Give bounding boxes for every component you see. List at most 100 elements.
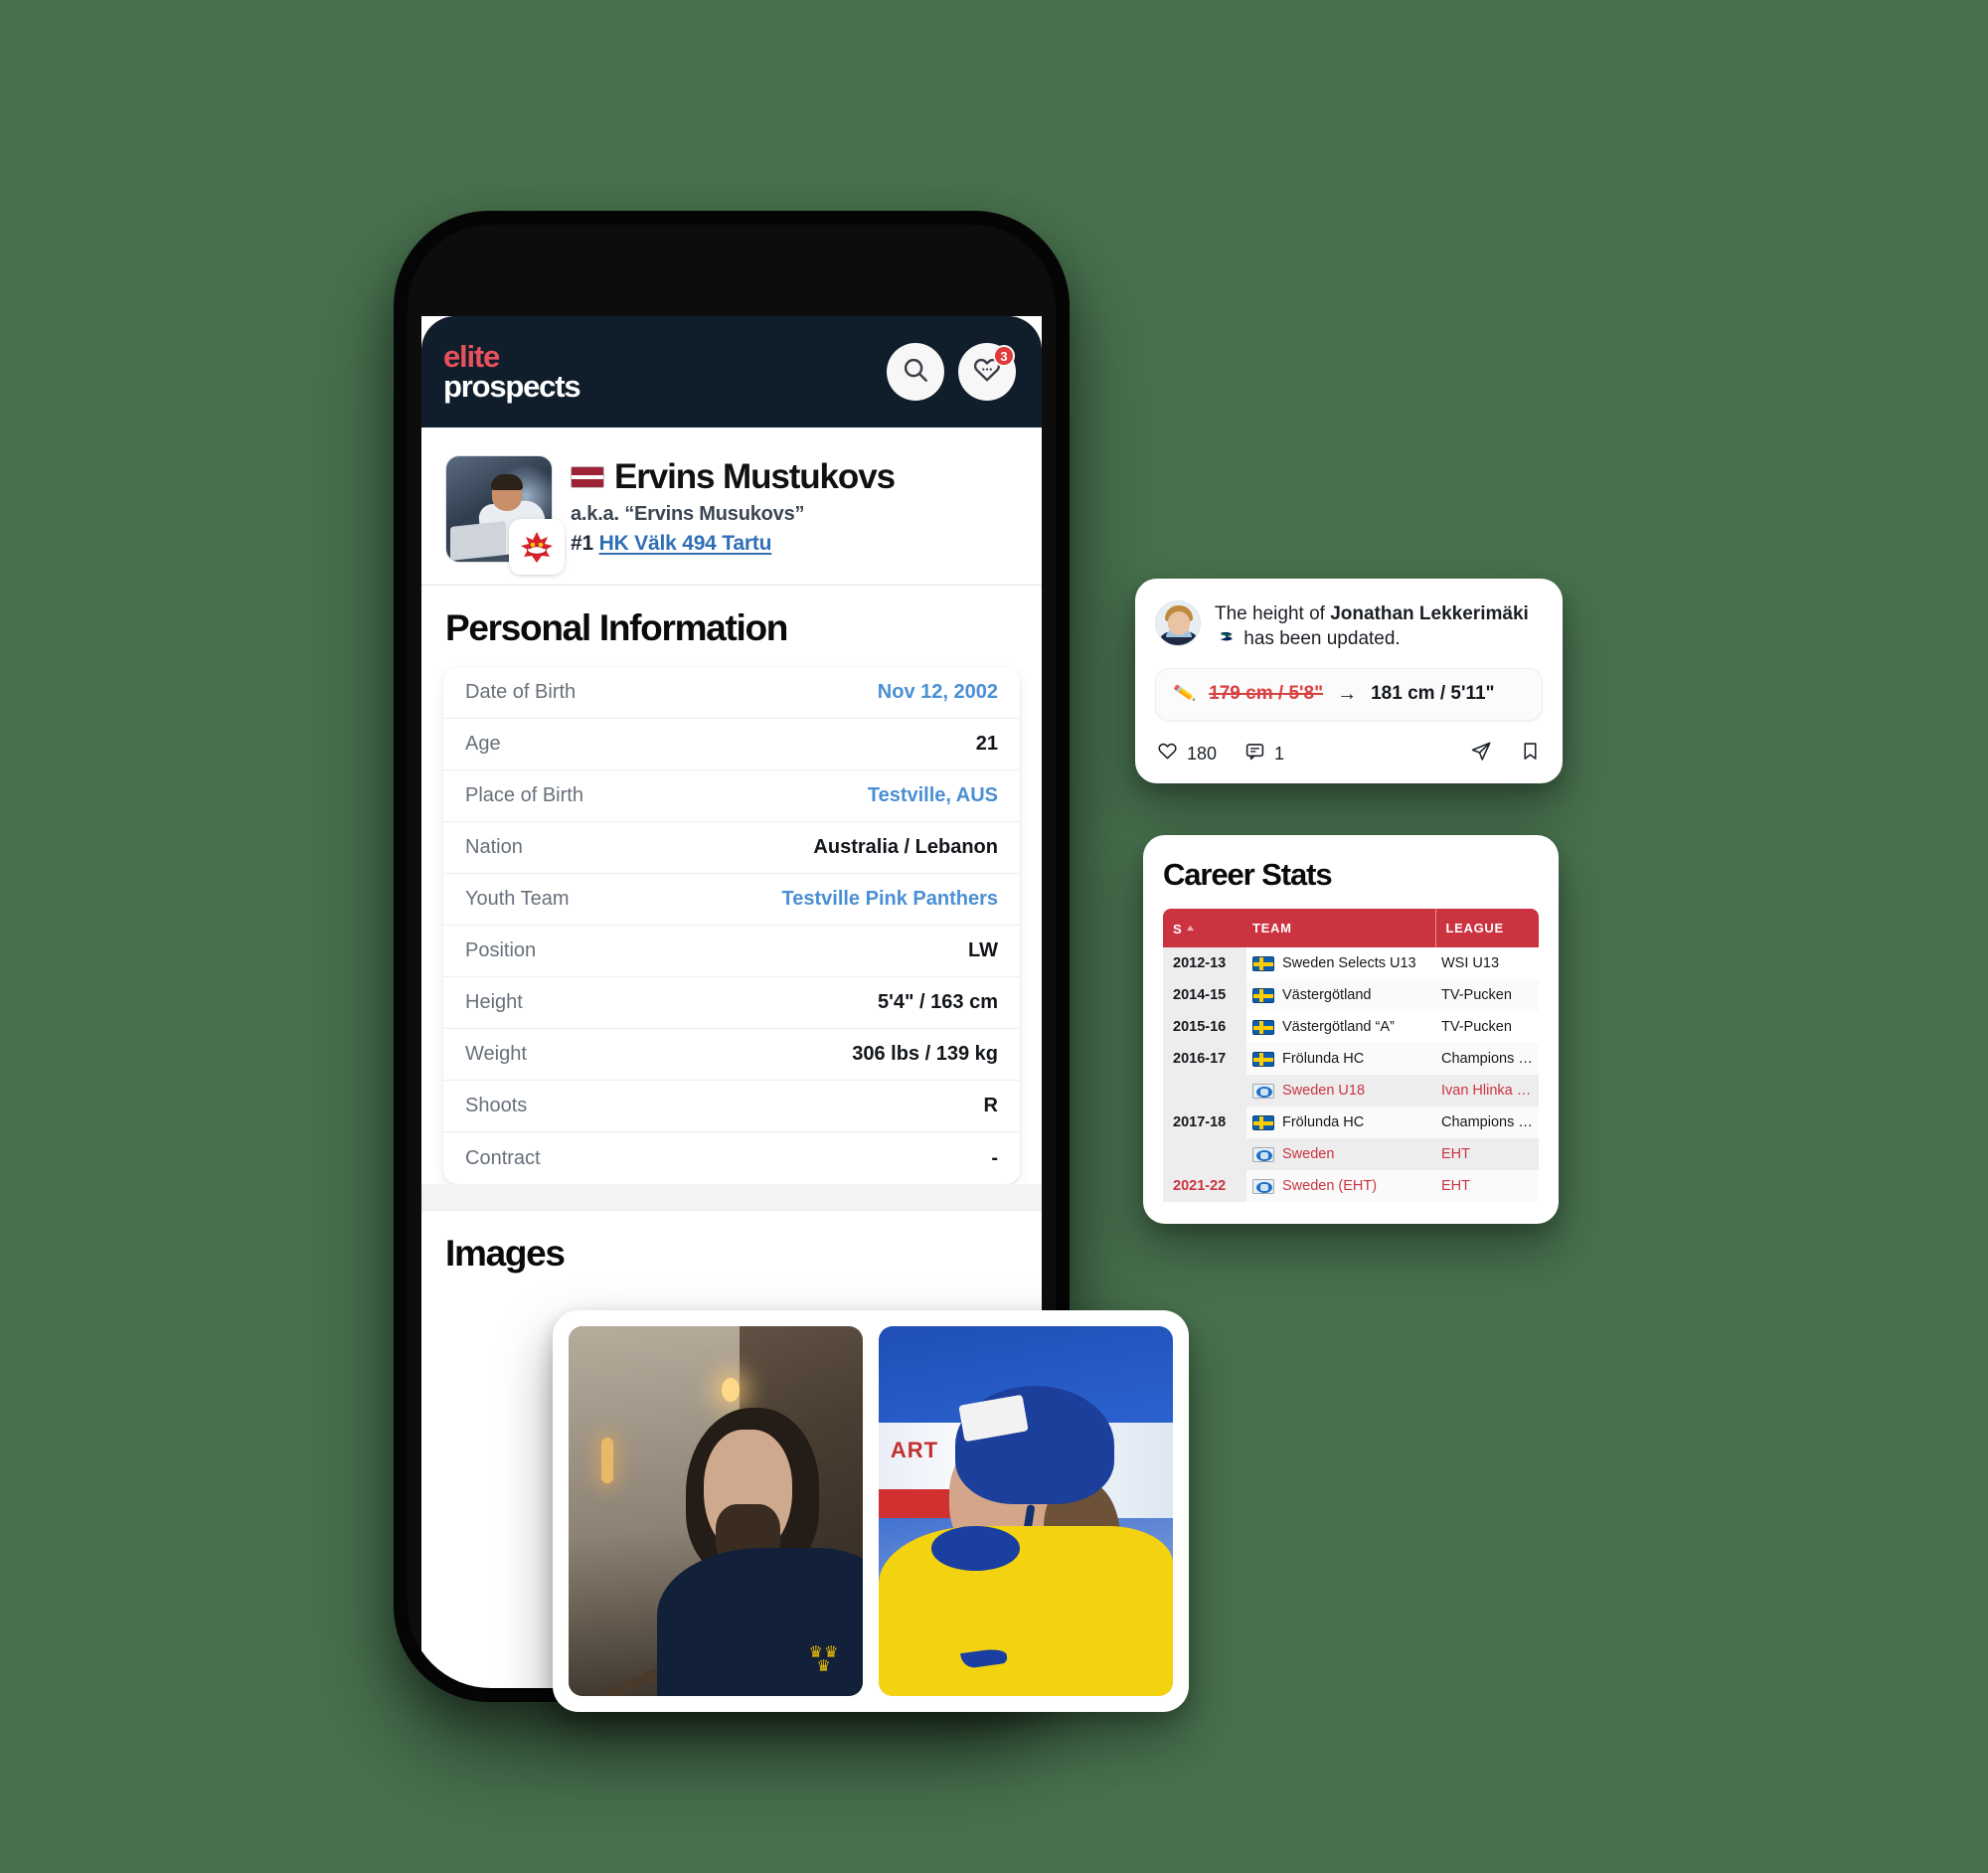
- cell-league: TV-Pucken: [1435, 1011, 1539, 1043]
- table-row: Position LW: [443, 926, 1020, 977]
- cell-league: WSI U13: [1435, 947, 1539, 979]
- table-row[interactable]: 2016-17 Frölunda HC Champions HL: [1163, 1043, 1539, 1075]
- career-stats-body: 2012-13 Sweden Selects U13 WSI U13 2014-…: [1163, 947, 1539, 1202]
- table-row: Nation Australia / Lebanon: [443, 822, 1020, 874]
- notification-player-name[interactable]: Jonathan Lekkerimäki: [1330, 603, 1529, 624]
- gallery-photo-2[interactable]: ART: [879, 1326, 1173, 1696]
- like-count: 180: [1187, 743, 1218, 764]
- row-value: 5'4" / 163 cm: [878, 991, 998, 1013]
- table-row[interactable]: 2017-18 Frölunda HC Champions HL: [1163, 1107, 1539, 1138]
- notification-actions: 180 1: [1155, 737, 1543, 767]
- row-value[interactable]: Nov 12, 2002: [878, 681, 998, 704]
- section-gap: [421, 1184, 1042, 1210]
- row-value[interactable]: Testville, AUS: [868, 784, 998, 807]
- international-flag-icon: [1252, 1083, 1274, 1099]
- row-label: Shoots: [465, 1095, 528, 1116]
- table-row[interactable]: 2021-22 Sweden (EHT) EHT: [1163, 1170, 1539, 1202]
- notification-card: The height of Jonathan Lekkerimäki has b…: [1135, 579, 1563, 783]
- international-flag-icon: [1252, 1178, 1274, 1194]
- comment-button[interactable]: 1: [1244, 741, 1284, 766]
- column-header-label: S: [1173, 922, 1183, 936]
- row-value[interactable]: Testville Pink Panthers: [782, 888, 999, 911]
- table-row[interactable]: 2014-15 Västergötland TV-Pucken: [1163, 979, 1539, 1011]
- row-value: 306 lbs / 139 kg: [852, 1043, 998, 1065]
- cell-team-label: Sweden (EHT): [1282, 1178, 1378, 1194]
- team-link[interactable]: HK Välk 494 Tartu: [599, 532, 772, 555]
- cell-season: 2017-18: [1163, 1107, 1246, 1138]
- table-row: Place of Birth Testville, AUS: [443, 770, 1020, 822]
- like-button[interactable]: 180: [1157, 741, 1217, 766]
- comment-icon: [1244, 741, 1265, 766]
- latvia-flag-icon: [571, 466, 604, 488]
- share-button[interactable]: [1470, 741, 1492, 767]
- gallery-photo-1[interactable]: ♛♛ ♛: [569, 1326, 863, 1696]
- cell-season: 2012-13: [1163, 947, 1246, 979]
- vancouver-canucks-logo-icon: [1217, 628, 1237, 648]
- row-value: R: [983, 1095, 998, 1116]
- row-label: Contract: [465, 1146, 541, 1169]
- cell-team-label: Sweden Selects U13: [1282, 955, 1416, 971]
- cell-team: Sweden: [1246, 1138, 1435, 1170]
- table-row: Youth Team Testville Pink Panthers: [443, 874, 1020, 926]
- bookmark-button[interactable]: [1520, 741, 1541, 766]
- avatar-wrap: [445, 455, 565, 575]
- table-row[interactable]: 2015-16 Västergötland “A” TV-Pucken: [1163, 1011, 1539, 1043]
- table-row[interactable]: Sweden U18 Ivan Hlinka Memorial: [1163, 1075, 1539, 1107]
- column-header-season[interactable]: S: [1163, 909, 1246, 947]
- sweden-flag-icon: [1252, 1114, 1274, 1130]
- table-row: Weight 306 lbs / 139 kg: [443, 1029, 1020, 1081]
- cell-team: Sweden U18: [1246, 1075, 1435, 1107]
- international-flag-icon: [1252, 1146, 1274, 1162]
- screenshot-stage: elite prospects 3 Ervins Mustukovs a.k.a…: [0, 0, 1988, 1873]
- row-value: Australia / Lebanon: [813, 836, 998, 858]
- row-value: 21: [975, 733, 998, 755]
- cell-team: Västergötland “A”: [1246, 1011, 1435, 1043]
- notification-header: The height of Jonathan Lekkerimäki has b…: [1155, 600, 1543, 652]
- personal-information-title: Personal Information: [445, 607, 788, 648]
- career-stats-table: S TEAM LEAGUE 2012-13 Sweden Selects U13…: [1163, 909, 1539, 1202]
- player-avatar[interactable]: [1155, 600, 1201, 646]
- player-aka: a.k.a. “Ervins Musukovs”: [571, 503, 805, 525]
- notification-text: The height of Jonathan Lekkerimäki has b…: [1215, 600, 1543, 652]
- table-row: Height 5'4" / 163 cm: [443, 977, 1020, 1029]
- favorites-button[interactable]: 3: [958, 343, 1016, 401]
- row-label: Place of Birth: [465, 784, 583, 806]
- cell-team: Sweden Selects U13: [1246, 947, 1435, 979]
- pencil-icon: ✏️: [1172, 682, 1197, 706]
- row-label: Date of Birth: [465, 681, 577, 703]
- player-header: Ervins Mustukovs a.k.a. “Ervins Musukovs…: [421, 427, 1042, 585]
- table-row: Age 21: [443, 719, 1020, 770]
- cell-league: EHT: [1435, 1138, 1539, 1170]
- search-icon: [901, 355, 930, 390]
- new-height-value: 181 cm / 5'11": [1371, 683, 1495, 705]
- eliteprospects-logo[interactable]: elite prospects: [443, 341, 581, 401]
- player-name: Ervins Mustukovs: [614, 457, 896, 496]
- cell-league: TV-Pucken: [1435, 979, 1539, 1011]
- cell-team-label: Sweden: [1282, 1146, 1335, 1162]
- cell-league: Champions HL: [1435, 1107, 1539, 1138]
- cell-league: Ivan Hlinka Memorial: [1435, 1075, 1539, 1107]
- career-stats-title: Career Stats: [1163, 857, 1333, 892]
- search-button[interactable]: [887, 343, 944, 401]
- sweden-flag-icon: [1252, 1051, 1274, 1067]
- cell-team-label: Västergötland: [1282, 987, 1372, 1003]
- row-label: Age: [465, 733, 501, 755]
- table-row[interactable]: Sweden EHT: [1163, 1138, 1539, 1170]
- table-row[interactable]: 2012-13 Sweden Selects U13 WSI U13: [1163, 947, 1539, 979]
- sweden-flag-icon: [1252, 987, 1274, 1003]
- cell-team-label: Västergötland “A”: [1282, 1019, 1395, 1035]
- column-header-team[interactable]: TEAM: [1246, 909, 1435, 947]
- column-header-league[interactable]: LEAGUE: [1434, 909, 1539, 947]
- player-meta: Ervins Mustukovs a.k.a. “Ervins Musukovs…: [571, 455, 896, 563]
- jersey-number: #1: [571, 532, 593, 555]
- cell-season: 2014-15: [1163, 979, 1246, 1011]
- images-gallery-card: ♛♛ ♛ ART: [553, 1310, 1189, 1712]
- row-label: Weight: [465, 1043, 527, 1065]
- row-label: Position: [465, 939, 537, 961]
- cell-team-label: Frölunda HC: [1282, 1051, 1365, 1067]
- notification-text-before: The height of: [1215, 603, 1331, 624]
- sweden-flag-icon: [1252, 955, 1274, 971]
- row-label: Height: [465, 991, 523, 1013]
- hockey-canada-logo-icon: [509, 519, 565, 575]
- comment-count: 1: [1274, 743, 1285, 764]
